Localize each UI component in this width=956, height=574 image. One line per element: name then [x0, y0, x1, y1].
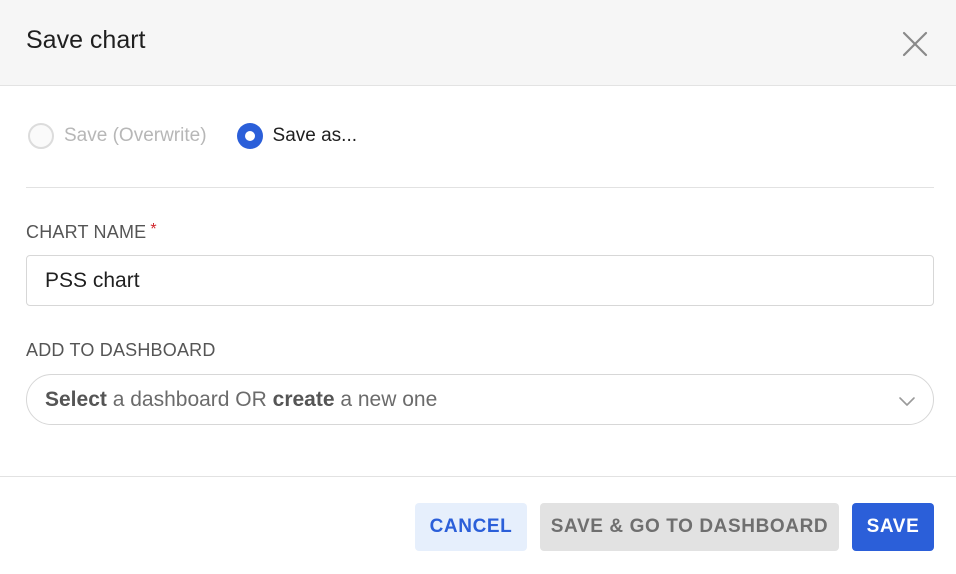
- cancel-button[interactable]: CANCEL: [415, 503, 527, 551]
- save-button[interactable]: SAVE: [852, 503, 934, 551]
- footer-divider: [0, 476, 956, 477]
- placeholder-text-2: a new one: [334, 387, 438, 411]
- add-to-dashboard-label: ADD TO DASHBOARD: [26, 340, 216, 360]
- modal-header: Save chart: [0, 0, 956, 86]
- chart-name-input[interactable]: [26, 255, 934, 306]
- required-marker: *: [150, 221, 157, 238]
- dashboard-select[interactable]: Select a dashboard OR create a new one: [26, 374, 934, 425]
- radio-save-as[interactable]: Save as...: [236, 123, 358, 149]
- modal-title: Save chart: [26, 26, 146, 54]
- radio-label-overwrite: Save (Overwrite): [64, 125, 207, 146]
- save-mode-radio-group: Save (Overwrite) Save as...: [28, 121, 357, 151]
- chart-name-label-text: CHART NAME: [26, 222, 147, 242]
- placeholder-bold-select: Select: [45, 387, 107, 411]
- chevron-down-icon[interactable]: [897, 391, 917, 411]
- placeholder-bold-create: create: [272, 387, 335, 411]
- radio-save-overwrite[interactable]: Save (Overwrite): [28, 123, 207, 149]
- chart-name-label: CHART NAME *: [26, 221, 157, 243]
- radio-button-unselected[interactable]: [28, 123, 54, 149]
- radio-button-selected[interactable]: [236, 123, 263, 149]
- save-and-go-to-dashboard-button[interactable]: SAVE & GO TO DASHBOARD: [540, 503, 839, 551]
- section-divider: [26, 187, 934, 188]
- dashboard-select-placeholder: Select a dashboard OR create a new one: [45, 388, 437, 412]
- radio-label-save-as: Save as...: [272, 125, 358, 146]
- placeholder-text-1: a dashboard OR: [106, 387, 273, 411]
- close-icon[interactable]: [898, 27, 932, 61]
